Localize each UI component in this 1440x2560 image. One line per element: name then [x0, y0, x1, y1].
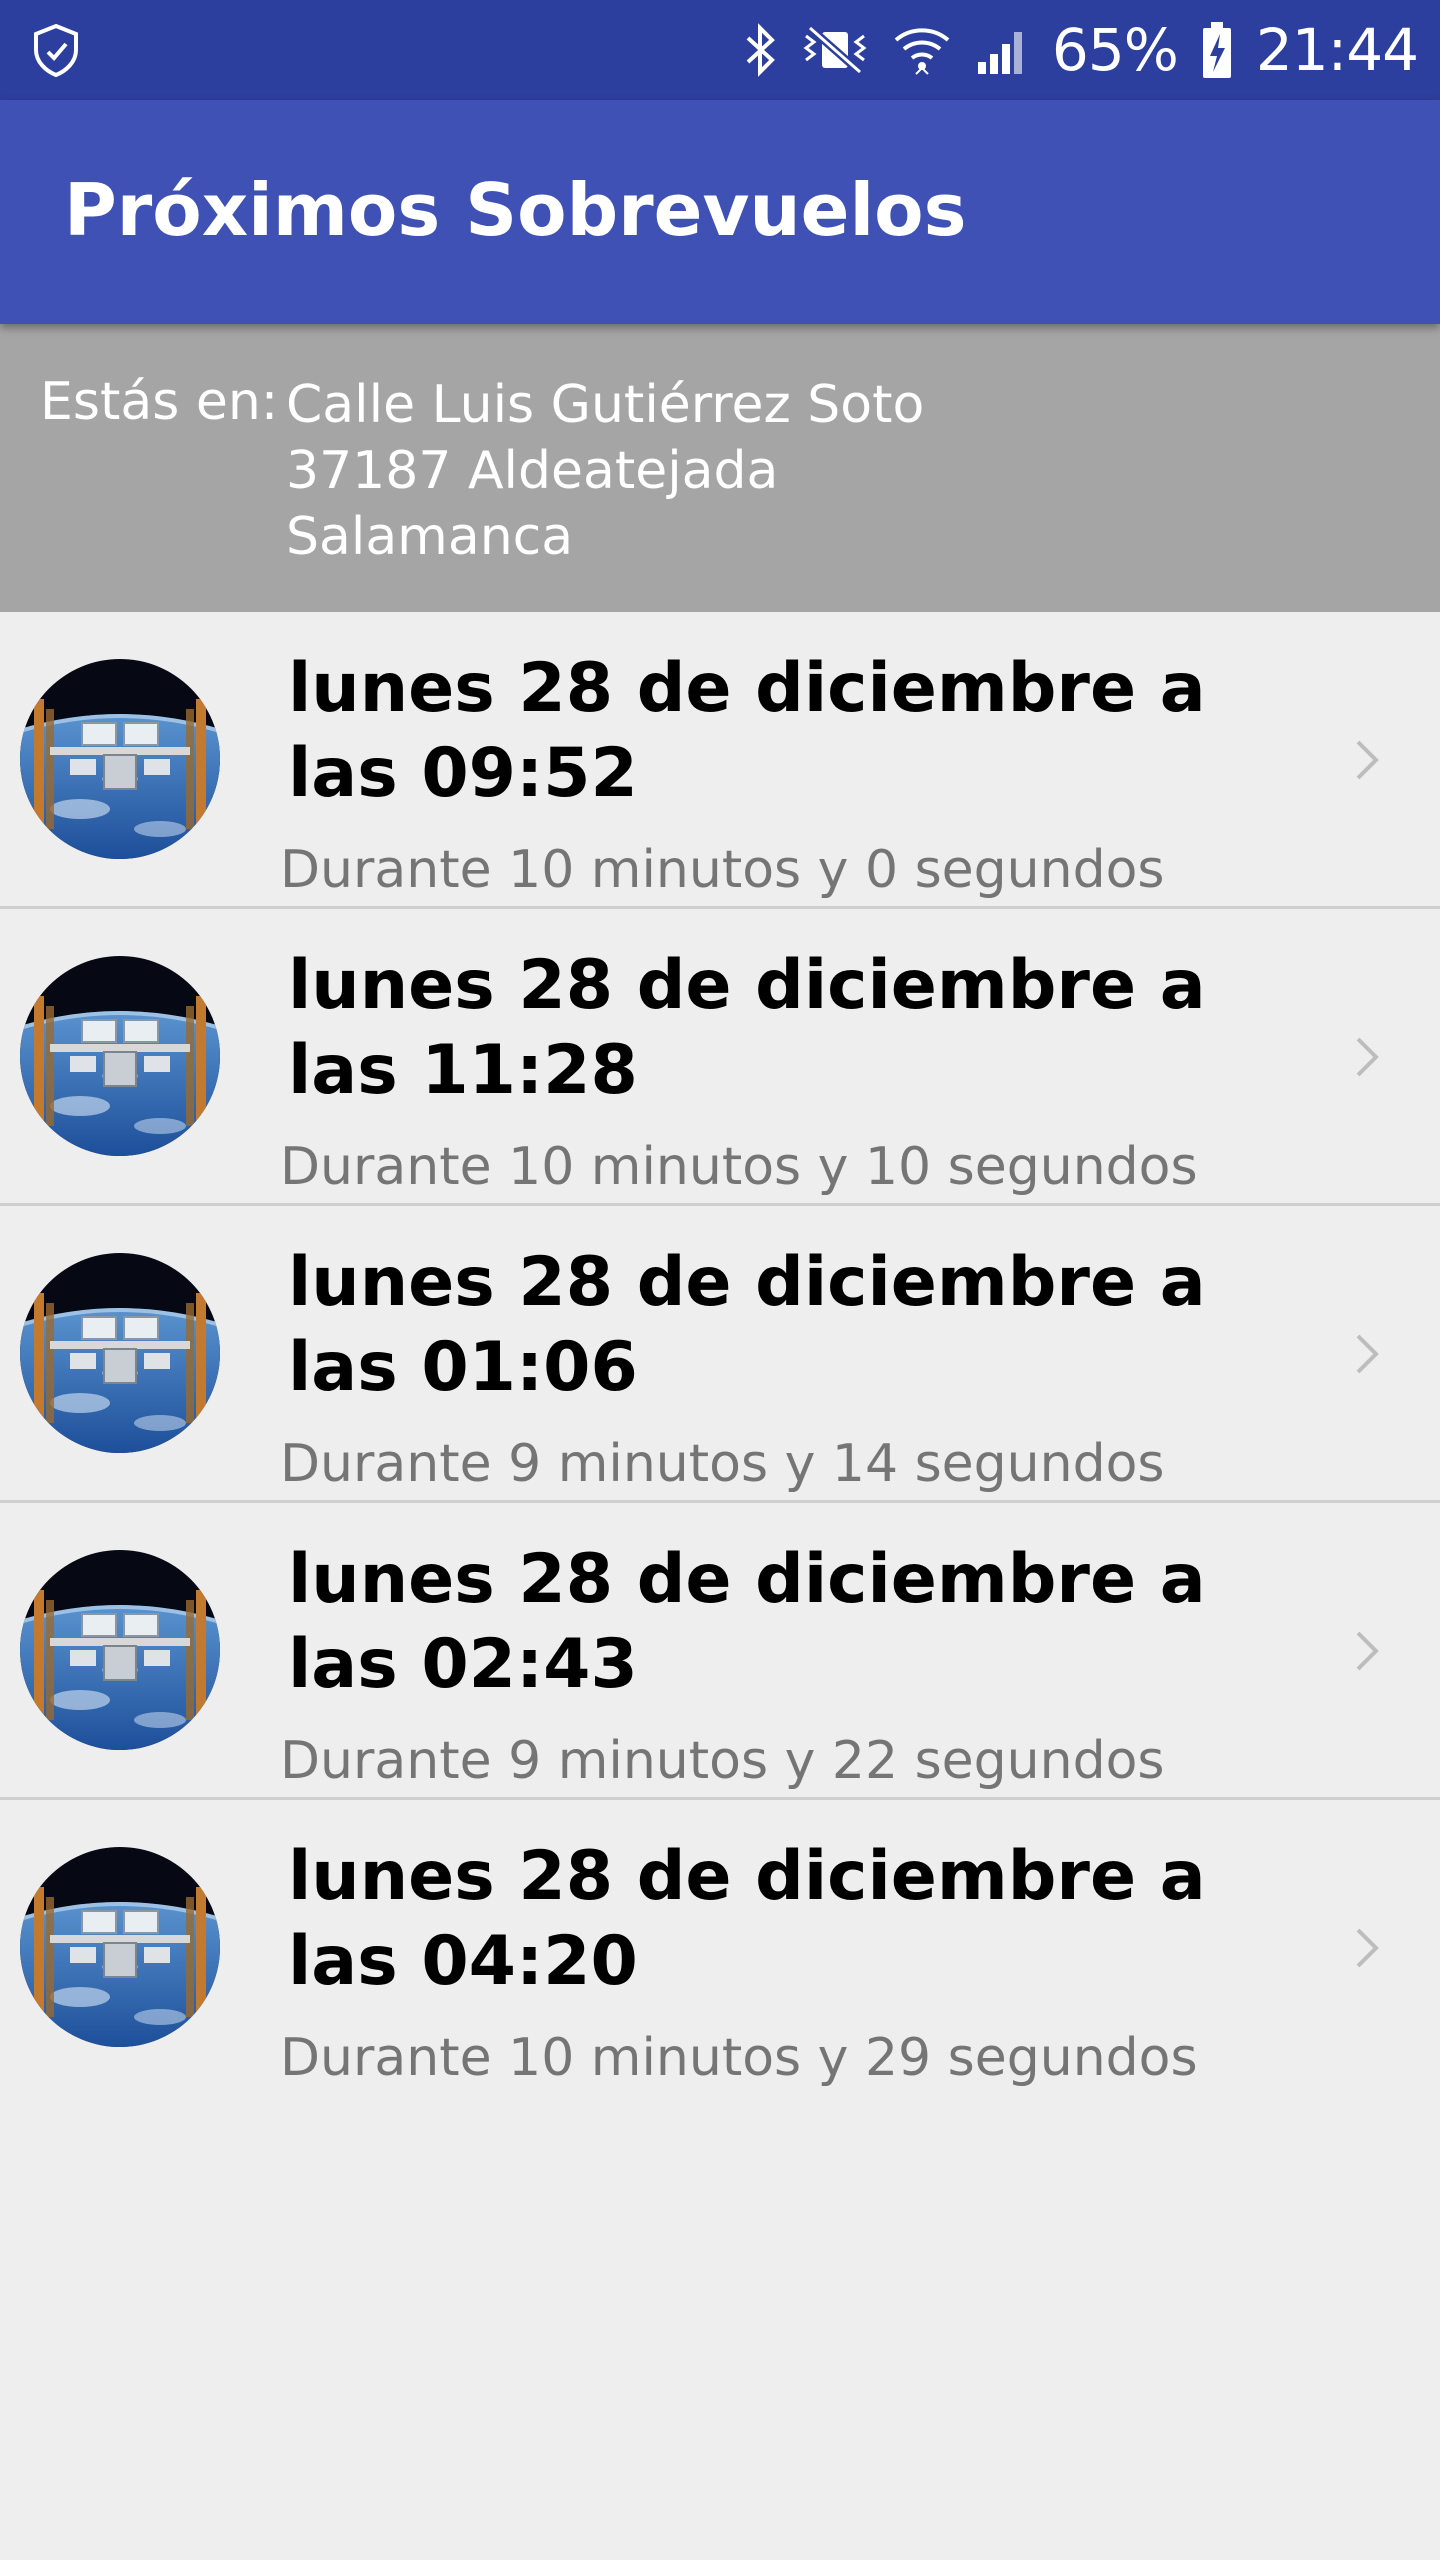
location-address: Calle Luis Gutiérrez Soto 37187 Aldeatej… [286, 372, 924, 570]
pass-date-title: lunes 28 de diciembre a las 02:43 [288, 1540, 1206, 1704]
battery-percentage: 65% [1051, 16, 1179, 84]
address-province: Salamanca [286, 507, 574, 567]
wifi-icon [892, 22, 952, 78]
status-bar: 65% 21:44 [0, 0, 1440, 100]
chevron-right-icon [1352, 736, 1382, 784]
iss-thumbnail [20, 659, 220, 859]
page-title: Próximos Sobrevuelos [64, 168, 967, 252]
battery-charging-icon [1200, 20, 1234, 80]
app-bar: Próximos Sobrevuelos [0, 100, 1440, 324]
passes-list: lunes 28 de diciembre a las 09:52 Durante… [0, 612, 1440, 2097]
iss-thumbnail [20, 1253, 220, 1453]
iss-thumbnail [20, 1550, 220, 1750]
list-item[interactable]: lunes 28 de diciembre a las 04:20 Durante… [0, 1800, 1440, 2097]
iss-thumbnail [20, 1847, 220, 2047]
pass-duration: Durante 10 minutos y 29 segundos [280, 2028, 1198, 2088]
list-item[interactable]: lunes 28 de diciembre a las 11:28 Durante… [0, 909, 1440, 1206]
list-item[interactable]: lunes 28 de diciembre a las 02:43 Durante… [0, 1503, 1440, 1800]
pass-duration: Durante 10 minutos y 10 segundos [280, 1137, 1198, 1197]
address-street: Calle Luis Gutiérrez Soto [286, 375, 925, 435]
pass-date-title: lunes 28 de diciembre a las 04:20 [288, 1837, 1206, 2001]
chevron-right-icon [1352, 1330, 1382, 1378]
shield-notification-icon [28, 22, 84, 78]
pass-duration: Durante 9 minutos y 22 segundos [280, 1731, 1165, 1791]
pass-duration: Durante 9 minutos y 14 segundos [280, 1434, 1165, 1494]
clock: 21:44 [1255, 16, 1419, 84]
pass-duration: Durante 10 minutos y 0 segundos [280, 840, 1165, 900]
list-item[interactable]: lunes 28 de diciembre a las 09:52 Durante… [0, 612, 1440, 909]
cellular-signal-icon [974, 22, 1030, 78]
chevron-right-icon [1352, 1033, 1382, 1081]
location-label: Estás en: [40, 372, 279, 432]
mute-vibrate-icon [800, 22, 870, 78]
pass-date-title: lunes 28 de diciembre a las 09:52 [288, 649, 1206, 813]
location-panel: Estás en: Calle Luis Gutiérrez Soto 3718… [0, 324, 1440, 612]
bluetooth-icon [744, 22, 778, 78]
pass-date-title: lunes 28 de diciembre a las 01:06 [288, 1243, 1206, 1407]
chevron-right-icon [1352, 1924, 1382, 1972]
iss-thumbnail [20, 956, 220, 1156]
pass-date-title: lunes 28 de diciembre a las 11:28 [288, 946, 1206, 1110]
chevron-right-icon [1352, 1627, 1382, 1675]
address-city: 37187 Aldeatejada [286, 441, 779, 501]
list-item[interactable]: lunes 28 de diciembre a las 01:06 Durante… [0, 1206, 1440, 1503]
